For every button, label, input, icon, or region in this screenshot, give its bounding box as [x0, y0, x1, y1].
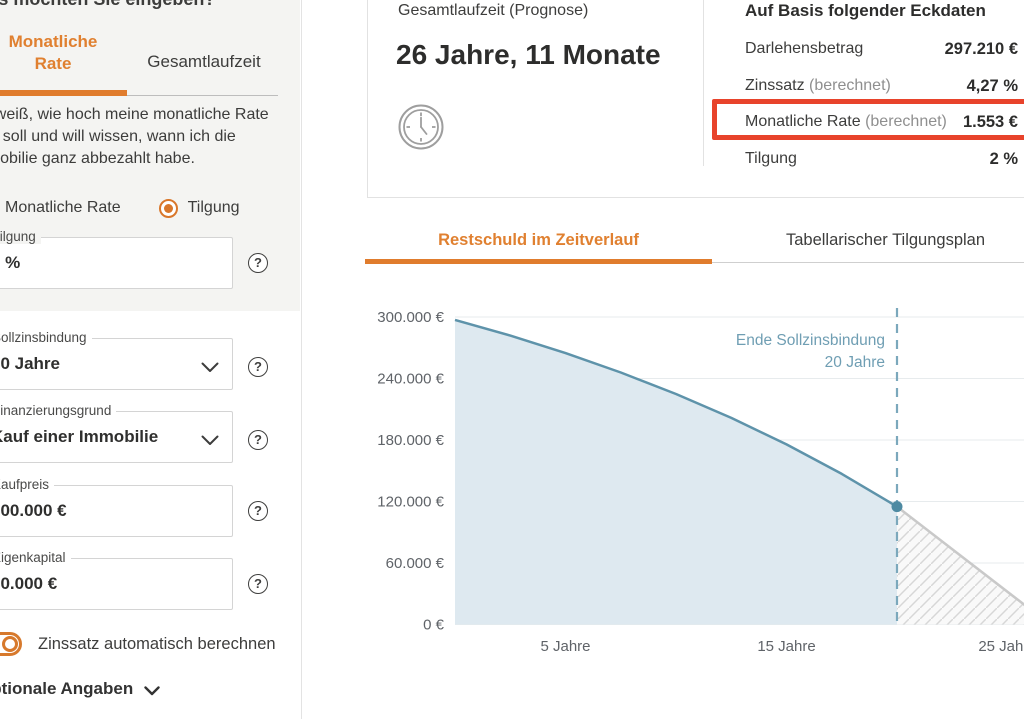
- sollzinsbindung-label: Sollzinsbindung: [0, 330, 92, 345]
- finanzierungsgrund-value: Kauf einer Immobilie: [0, 427, 158, 447]
- tab-restschuld-im-zeitverlauf[interactable]: Restschuld im Zeitverlauf: [365, 231, 712, 250]
- kaufpreis-label: Kaufpreis: [0, 477, 54, 492]
- tab-monatliche-rate[interactable]: Monatliche Rate: [0, 31, 130, 75]
- description-line: Immobilie ganz abbezahlt habe.: [0, 148, 299, 170]
- description-line: sein soll und will wissen, wann ich die: [0, 126, 299, 148]
- eckdaten-row-zinssatz: Zinssatz (berechnet) 4,27 %: [745, 77, 1018, 97]
- restschuld-chart[interactable]: 300.000 € 240.000 € 180.000 € 120.000 € 60.0…: [370, 300, 1024, 660]
- sidebar-heading: Was möchten Sie eingeben?: [0, 0, 215, 10]
- y-axis-tick-label: 120.000 €: [377, 494, 444, 511]
- sidebar-right-border: [301, 0, 302, 719]
- row-label: Darlehensbetrag: [745, 40, 863, 57]
- chart-active-tab-underline: [365, 259, 712, 264]
- tilgung-help-icon[interactable]: ?: [248, 253, 268, 273]
- eigenkapital-help-icon[interactable]: ?: [248, 574, 268, 594]
- eigenkapital-input[interactable]: Eigenkapital 30.000 €: [0, 558, 233, 610]
- sidebar-form-panel: Was möchten Sie eingeben? Monatliche Rat…: [0, 0, 302, 719]
- mortgage-calculator-page: Was möchten Sie eingeben? Monatliche Rat…: [0, 0, 1024, 719]
- y-axis-tick-label: 240.000 €: [377, 371, 444, 388]
- chart-tab-underline-rest: [712, 262, 1024, 263]
- eckdaten-row-tilgung: Tilgung 2 %: [745, 150, 1018, 170]
- chevron-down-icon: [201, 433, 219, 451]
- card-divider: [703, 0, 704, 166]
- sollzinsbindung-annotation: 20 Jahre: [825, 354, 885, 371]
- y-axis-tick-label: 300.000 €: [377, 309, 444, 326]
- restschuld-marker-dot[interactable]: [892, 501, 903, 512]
- optionale-angaben-label: Optionale Angaben: [0, 679, 133, 699]
- chevron-down-icon: [144, 686, 160, 696]
- finanzierungsgrund-select[interactable]: Finanzierungsgrund Kauf einer Immobilie: [0, 411, 233, 463]
- tab-tabellarischer-tilgungsplan[interactable]: Tabellarischer Tilgungsplan: [712, 231, 1024, 250]
- y-axis-tick-label: 180.000 €: [377, 432, 444, 449]
- active-tab-underline: [0, 90, 127, 96]
- eckdaten-heading: Auf Basis folgender Eckdaten: [745, 1, 986, 21]
- y-axis-tick-label: 0 €: [423, 617, 445, 634]
- x-axis-tick-label: 25 Jahre: [978, 638, 1024, 655]
- x-axis-tick-label: 5 Jahre: [540, 638, 590, 655]
- y-axis-tick-label: 60.000 €: [386, 555, 445, 572]
- row-label: Zinssatz: [745, 77, 809, 94]
- radio-monatliche-rate-label[interactable]: Monatliche Rate: [5, 199, 121, 217]
- tab-monatliche-rate-label: Monatliche Rate: [3, 31, 103, 75]
- finanzierungsgrund-label: Finanzierungsgrund: [0, 403, 116, 418]
- optionale-angaben-expander[interactable]: Optionale Angaben: [0, 679, 160, 699]
- tab-description: Ich weiß, wie hoch meine monatliche Rate…: [0, 104, 299, 170]
- sollzinsbindung-select[interactable]: Sollzinsbindung 20 Jahre: [0, 338, 233, 390]
- kaufpreis-value: 300.000 €: [0, 501, 67, 521]
- gesamtlaufzeit-label: Gesamtlaufzeit (Prognose): [398, 2, 588, 20]
- zinssatz-auto-toggle[interactable]: [0, 632, 22, 656]
- projection-hatched-area: [897, 507, 1024, 625]
- card-left-border: [367, 0, 368, 198]
- eigenkapital-value: 30.000 €: [0, 574, 57, 594]
- card-bottom-border: [367, 197, 1024, 198]
- clock-icon: [397, 103, 445, 156]
- eckdaten-row-darlehensbetrag: Darlehensbetrag 297.210 €: [745, 40, 1018, 60]
- zinssatz-toggle-label: Zinssatz automatisch berechnen: [38, 635, 276, 654]
- row-value: 297.210 €: [945, 40, 1018, 59]
- row-value: 2 %: [990, 150, 1018, 169]
- kaufpreis-input[interactable]: Kaufpreis 300.000 €: [0, 485, 233, 537]
- sollzinsbindung-help-icon[interactable]: ?: [248, 357, 268, 377]
- tilgung-input-label: Tilgung: [0, 229, 41, 244]
- kaufpreis-help-icon[interactable]: ?: [248, 501, 268, 521]
- row-value: 4,27 %: [967, 77, 1018, 96]
- toggle-knob: [2, 636, 18, 652]
- chevron-down-icon: [201, 360, 219, 378]
- row-label-suffix: (berechnet): [809, 77, 891, 94]
- monatliche-rate-highlight-box: [712, 99, 1024, 140]
- x-axis-tick-label: 15 Jahre: [757, 638, 815, 655]
- tab-underline-rest: [127, 95, 278, 96]
- row-label: Tilgung: [745, 150, 797, 167]
- gesamtlaufzeit-value: 26 Jahre, 11 Monate: [396, 39, 661, 71]
- finanzierungsgrund-help-icon[interactable]: ?: [248, 430, 268, 450]
- radio-tilgung[interactable]: [159, 199, 178, 218]
- eigenkapital-label: Eigenkapital: [0, 550, 71, 565]
- radio-tilgung-label[interactable]: Tilgung: [188, 199, 240, 217]
- zinssatz-toggle-row: Zinssatz automatisch berechnen: [0, 632, 276, 656]
- tilgung-input[interactable]: Tilgung 2 %: [0, 237, 233, 289]
- tab-gesamtlaufzeit-label: Gesamtlaufzeit: [147, 52, 260, 71]
- sollzinsbindung-annotation: Ende Sollzinsbindung: [736, 332, 885, 349]
- rate-tilgung-radio-group: Monatliche Rate Tilgung: [0, 198, 240, 218]
- tab-gesamtlaufzeit[interactable]: Gesamtlaufzeit: [130, 52, 278, 72]
- description-line: Ich weiß, wie hoch meine monatliche Rate: [0, 104, 299, 126]
- sollzinsbindung-value: 20 Jahre: [0, 354, 60, 374]
- tilgung-input-value: 2 %: [0, 253, 20, 273]
